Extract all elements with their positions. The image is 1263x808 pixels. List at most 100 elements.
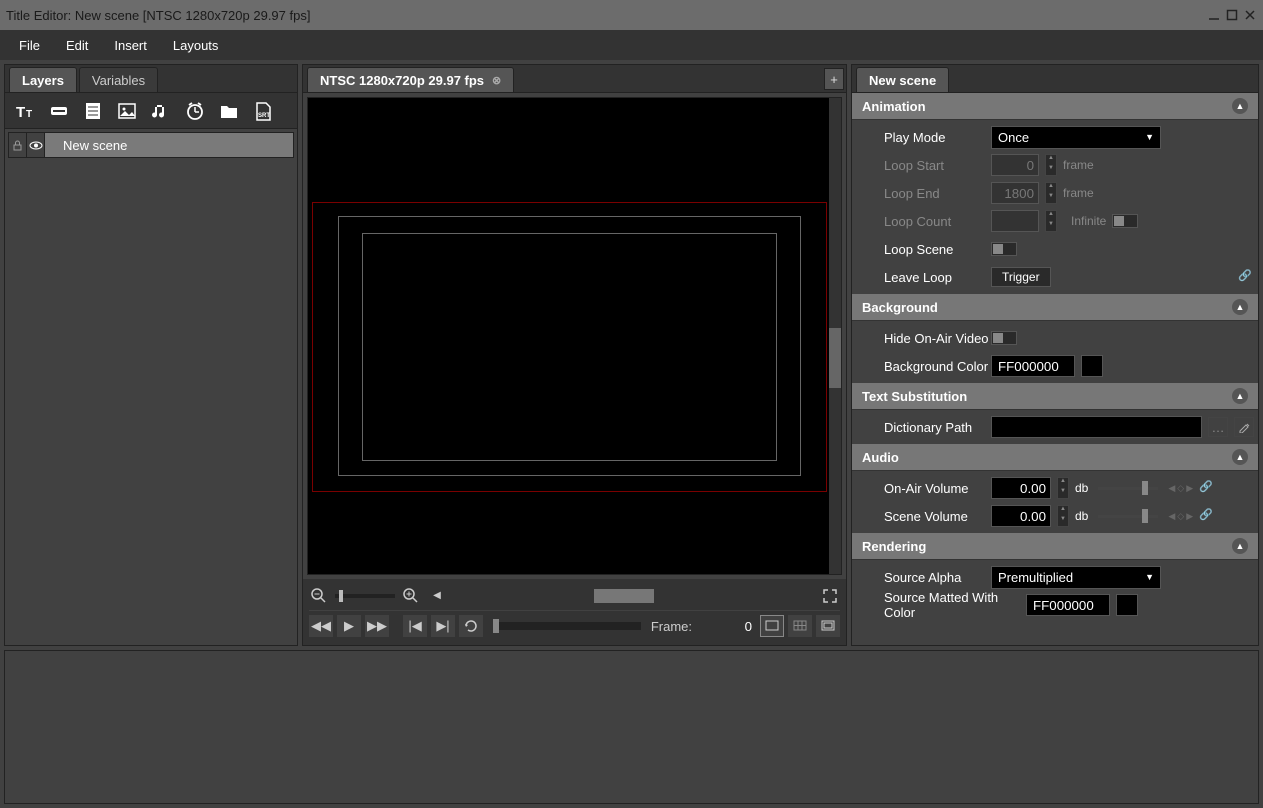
tab-layers[interactable]: Layers xyxy=(9,67,77,92)
minimize-button[interactable] xyxy=(1207,8,1221,22)
collapse-icon[interactable]: ▲ xyxy=(1232,449,1248,465)
hide-onair-toggle[interactable] xyxy=(991,331,1017,345)
edit-icon[interactable] xyxy=(1234,417,1254,437)
loop-start-input[interactable] xyxy=(991,154,1039,176)
list-tool-icon[interactable] xyxy=(77,95,109,127)
text-tool-icon[interactable]: TT xyxy=(9,95,41,127)
visibility-icon[interactable] xyxy=(27,133,45,157)
menu-edit[interactable]: Edit xyxy=(53,33,101,58)
layer-list: New scene xyxy=(5,129,297,645)
svg-text:SRT: SRT xyxy=(258,113,270,119)
preview-canvas[interactable] xyxy=(307,97,842,575)
keyframe-nav[interactable]: ◀◇▶ xyxy=(1168,511,1193,522)
section-animation[interactable]: Animation▲ xyxy=(852,93,1258,120)
loop-end-input[interactable] xyxy=(991,182,1039,204)
preview-tab-label: NTSC 1280x720p 29.97 fps xyxy=(320,73,484,88)
leave-loop-label: Leave Loop xyxy=(856,270,991,285)
bg-color-swatch[interactable] xyxy=(1081,355,1103,377)
scene-vol-spinner[interactable]: ▲▼ xyxy=(1057,505,1069,527)
loop-start-spinner[interactable]: ▲▼ xyxy=(1045,154,1057,176)
section-textsub[interactable]: Text Substitution▲ xyxy=(852,383,1258,410)
collapse-icon[interactable]: ▲ xyxy=(1232,388,1248,404)
source-alpha-dropdown[interactable]: Premultiplied▼ xyxy=(991,566,1161,589)
tab-variables[interactable]: Variables xyxy=(79,67,158,92)
close-button[interactable] xyxy=(1243,8,1257,22)
zoom-in-icon[interactable] xyxy=(401,586,421,606)
properties-panel: New scene Animation▲ Play Mode Once▼ Loo… xyxy=(851,64,1259,646)
loop-start-label: Loop Start xyxy=(856,158,991,173)
onair-vol-input[interactable] xyxy=(991,477,1051,499)
collapse-icon[interactable]: ▲ xyxy=(1232,299,1248,315)
vertical-scrollbar[interactable] xyxy=(829,98,841,574)
clock-tool-icon[interactable] xyxy=(179,95,211,127)
timeline-slider[interactable] xyxy=(493,622,641,630)
section-audio[interactable]: Audio▲ xyxy=(852,444,1258,471)
menu-file[interactable]: File xyxy=(6,33,53,58)
close-tab-icon[interactable]: ⊗ xyxy=(492,74,501,87)
infinite-toggle[interactable] xyxy=(1112,214,1138,228)
prev-marker-icon[interactable]: ◀ xyxy=(427,586,447,606)
menubar: File Edit Insert Layouts xyxy=(0,30,1263,60)
menu-insert[interactable]: Insert xyxy=(101,33,160,58)
layers-panel: Layers Variables TT SRT New scene xyxy=(4,64,298,646)
card-tool-icon[interactable] xyxy=(43,95,75,127)
zoom-slider[interactable] xyxy=(335,594,395,598)
scene-vol-input[interactable] xyxy=(991,505,1051,527)
matted-color-swatch[interactable] xyxy=(1116,594,1138,616)
tab-scene-props[interactable]: New scene xyxy=(856,67,949,92)
scene-vol-slider[interactable] xyxy=(1098,515,1158,518)
link-icon[interactable]: 🔗 xyxy=(1238,269,1254,285)
audio-tool-icon[interactable] xyxy=(145,95,177,127)
folder-tool-icon[interactable] xyxy=(213,95,245,127)
play-mode-label: Play Mode xyxy=(856,130,991,145)
loop-count-input[interactable] xyxy=(991,210,1039,232)
goto-start-button[interactable]: |◀ xyxy=(403,615,427,637)
matted-color-label: Source Matted With Color xyxy=(856,590,1026,620)
tab-preview[interactable]: NTSC 1280x720p 29.97 fps ⊗ xyxy=(307,67,514,92)
play-mode-dropdown[interactable]: Once▼ xyxy=(991,126,1161,149)
link-icon[interactable]: 🔗 xyxy=(1199,480,1215,496)
loop-scene-toggle[interactable] xyxy=(991,242,1017,256)
safe-area-button[interactable] xyxy=(816,615,840,637)
fastforward-button[interactable]: ▶▶ xyxy=(365,615,389,637)
bg-color-input[interactable] xyxy=(991,355,1075,377)
link-icon[interactable]: 🔗 xyxy=(1199,508,1215,524)
srt-tool-icon[interactable]: SRT xyxy=(247,95,279,127)
leave-loop-button[interactable]: Trigger xyxy=(991,267,1051,287)
menu-layouts[interactable]: Layouts xyxy=(160,33,232,58)
zoom-out-icon[interactable] xyxy=(309,586,329,606)
rewind-button[interactable]: ◀◀ xyxy=(309,615,333,637)
section-rendering[interactable]: Rendering▲ xyxy=(852,533,1258,560)
goto-end-button[interactable]: ▶| xyxy=(431,615,455,637)
browse-icon[interactable]: … xyxy=(1208,417,1228,437)
dict-path-input[interactable] xyxy=(991,416,1202,438)
frame-input[interactable] xyxy=(696,616,756,636)
onair-vol-spinner[interactable]: ▲▼ xyxy=(1057,477,1069,499)
scrollbar-thumb[interactable] xyxy=(829,328,841,388)
play-button[interactable]: ▶ xyxy=(337,615,361,637)
svg-text:T: T xyxy=(16,104,25,121)
loop-button[interactable] xyxy=(459,615,483,637)
matted-color-input[interactable] xyxy=(1026,594,1110,616)
keyframe-nav[interactable]: ◀◇▶ xyxy=(1168,483,1193,494)
lock-icon[interactable] xyxy=(9,133,27,157)
onair-vol-slider[interactable] xyxy=(1098,487,1158,490)
image-tool-icon[interactable] xyxy=(111,95,143,127)
hide-onair-label: Hide On-Air Video xyxy=(856,331,991,346)
grid-button[interactable] xyxy=(788,615,812,637)
svg-text:T: T xyxy=(26,109,32,120)
layer-row[interactable]: New scene xyxy=(8,132,294,158)
collapse-icon[interactable]: ▲ xyxy=(1232,538,1248,554)
loop-count-spinner[interactable]: ▲▼ xyxy=(1045,210,1057,232)
maximize-button[interactable] xyxy=(1225,8,1239,22)
loop-end-spinner[interactable]: ▲▼ xyxy=(1045,182,1057,204)
loop-scene-label: Loop Scene xyxy=(856,242,991,257)
zoom-range-bar[interactable] xyxy=(594,589,654,603)
fullscreen-icon[interactable] xyxy=(820,586,840,606)
collapse-icon[interactable]: ▲ xyxy=(1232,98,1248,114)
add-tab-button[interactable]: + xyxy=(824,68,844,90)
display-mode-button[interactable] xyxy=(760,615,784,637)
loop-end-label: Loop End xyxy=(856,186,991,201)
section-background[interactable]: Background▲ xyxy=(852,294,1258,321)
layer-name: New scene xyxy=(45,138,293,153)
